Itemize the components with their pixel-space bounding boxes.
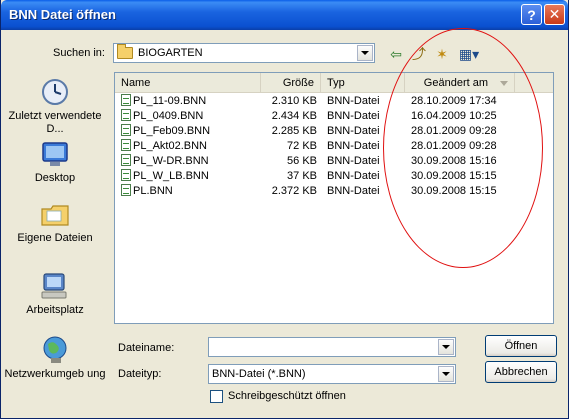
readonly-label: Schreibgeschützt öffnen <box>228 390 346 402</box>
sort-arrow-icon <box>500 80 508 86</box>
views-menu-icon[interactable]: ▦▾ <box>457 46 481 62</box>
bnn-file-icon <box>121 124 131 136</box>
place-computer-label: Arbeitsplatz <box>26 304 84 316</box>
column-size[interactable]: Größe <box>261 73 321 93</box>
computer-icon <box>39 270 71 302</box>
folder-icon <box>117 44 133 59</box>
place-network[interactable]: Netzwerkumgeb ung <box>3 334 107 381</box>
chevron-down-icon[interactable] <box>357 45 373 61</box>
file-modified-cell: 30.09.2008 15:15 <box>411 170 497 182</box>
file-row[interactable]: PL.BNN 2.372 KB BNN-Datei 30.09.2008 15:15 <box>115 184 553 199</box>
file-rows: PL_11-09.BNN 2.310 KB BNN-Datei 28.10.2009 … <box>115 94 553 199</box>
file-row[interactable]: PL_Akt02.BNN 72 KB BNN-Datei 28.01.2009 09:… <box>115 139 553 154</box>
file-modified-cell: 28.01.2009 09:28 <box>411 125 497 137</box>
file-modified-cell: 30.09.2008 15:15 <box>411 185 497 197</box>
file-type-cell: BNN-Datei <box>327 95 380 107</box>
lookin-value: BIOGARTEN <box>138 47 203 59</box>
bnn-file-icon <box>121 169 131 181</box>
file-list-header: Name Größe Typ Geändert am <box>115 73 553 93</box>
file-type-cell: BNN-Datei <box>327 170 380 182</box>
bnn-file-icon <box>121 139 131 151</box>
chevron-down-icon[interactable] <box>438 339 454 355</box>
file-name-cell: PL.BNN <box>121 184 173 199</box>
place-desktop[interactable]: Desktop <box>3 138 107 185</box>
place-recent-label: Zuletzt verwendete D... <box>8 110 102 135</box>
file-row[interactable]: PL_W-DR.BNN 56 KB BNN-Datei 30.09.2008 15:1… <box>115 154 553 169</box>
place-network-label: Netzwerkumgeb ung <box>4 368 106 380</box>
desktop-icon <box>39 138 71 170</box>
filetype-value: BNN-Datei (*.BNN) <box>212 368 306 380</box>
bnn-file-icon <box>121 94 131 106</box>
bnn-file-icon <box>121 154 131 166</box>
help-button[interactable]: ? <box>521 4 542 25</box>
filetype-label: Dateityp: <box>118 368 162 380</box>
column-modified[interactable]: Geändert am <box>405 73 515 93</box>
file-type-cell: BNN-Datei <box>327 125 380 137</box>
file-name-cell: PL_11-09.BNN <box>121 94 206 109</box>
filename-label: Dateiname: <box>118 342 175 354</box>
file-row[interactable]: PL_0409.BNN 2.434 KB BNN-Datei 16.04.2009 1… <box>115 109 553 124</box>
documents-icon <box>39 198 71 230</box>
network-icon <box>39 334 71 366</box>
file-size-cell: 72 KB <box>287 140 317 152</box>
column-type[interactable]: Typ <box>321 73 405 93</box>
lookin-label: Suchen in: <box>53 47 105 59</box>
file-name-cell: PL_Akt02.BNN <box>121 139 207 154</box>
back-icon[interactable]: ⇦ <box>387 46 405 62</box>
place-computer[interactable]: Arbeitsplatz <box>3 270 107 317</box>
dialog-title: BNN Datei öffnen <box>9 7 116 22</box>
place-documents[interactable]: Eigene Dateien <box>3 198 107 245</box>
column-name[interactable]: Name <box>115 73 261 93</box>
cancel-button[interactable]: Abbrechen <box>485 361 557 383</box>
title-bar[interactable]: BNN Datei öffnen ? ✕ <box>1 0 568 30</box>
file-size-cell: 2.372 KB <box>271 185 317 197</box>
file-name-cell: PL_W_LB.BNN <box>121 169 209 184</box>
new-folder-icon[interactable]: ✶ <box>433 46 451 62</box>
file-type-cell: BNN-Datei <box>327 155 380 167</box>
file-size-cell: 2.285 KB <box>271 125 317 137</box>
place-recent[interactable]: Zuletzt verwendete D... <box>3 76 107 136</box>
open-button[interactable]: Öffnen <box>485 335 557 357</box>
file-list[interactable]: Name Größe Typ Geändert am PL_11-09.BNN 2… <box>114 72 554 324</box>
file-name-cell: PL_W-DR.BNN <box>121 154 209 169</box>
recent-icon <box>39 76 71 108</box>
file-modified-cell: 30.09.2008 15:16 <box>411 155 497 167</box>
bnn-file-icon <box>121 184 131 196</box>
close-button[interactable]: ✕ <box>544 4 565 25</box>
open-file-dialog: BNN Datei öffnen ? ✕ Suchen in: BIOGARTE… <box>0 0 569 419</box>
file-size-cell: 56 KB <box>287 155 317 167</box>
up-folder-icon[interactable]: ⤴ <box>410 46 428 62</box>
file-row[interactable]: PL_11-09.BNN 2.310 KB BNN-Datei 28.10.2009 … <box>115 94 553 109</box>
file-type-cell: BNN-Datei <box>327 110 380 122</box>
file-size-cell: 37 KB <box>287 170 317 182</box>
lookin-combo[interactable]: BIOGARTEN <box>113 43 375 63</box>
file-type-cell: BNN-Datei <box>327 185 380 197</box>
file-name-cell: PL_0409.BNN <box>121 109 203 124</box>
readonly-checkbox[interactable] <box>210 390 223 403</box>
place-desktop-label: Desktop <box>34 172 76 184</box>
filetype-select[interactable]: BNN-Datei (*.BNN) <box>208 364 456 384</box>
file-modified-cell: 28.01.2009 09:28 <box>411 140 497 152</box>
file-size-cell: 2.310 KB <box>271 95 317 107</box>
chevron-down-icon[interactable] <box>438 366 454 382</box>
filename-input[interactable] <box>208 337 456 357</box>
file-name-cell: PL_Feb09.BNN <box>121 124 210 139</box>
file-type-cell: BNN-Datei <box>327 140 380 152</box>
file-row[interactable]: PL_W_LB.BNN 37 KB BNN-Datei 30.09.2008 15:1… <box>115 169 553 184</box>
file-size-cell: 2.434 KB <box>271 110 317 122</box>
bnn-file-icon <box>121 109 131 121</box>
file-row[interactable]: PL_Feb09.BNN 2.285 KB BNN-Datei 28.01.2009 … <box>115 124 553 139</box>
place-documents-label: Eigene Dateien <box>17 232 93 244</box>
file-modified-cell: 16.04.2009 10:25 <box>411 110 497 122</box>
file-modified-cell: 28.10.2009 17:34 <box>411 95 497 107</box>
